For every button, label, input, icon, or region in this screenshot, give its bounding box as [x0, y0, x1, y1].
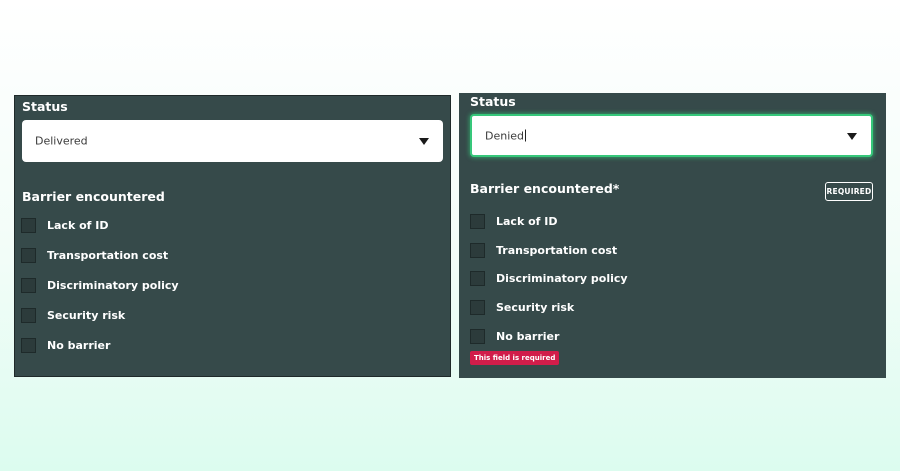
- checkbox-option-transportation-cost[interactable]: Transportation cost: [470, 241, 617, 259]
- status-select-value: Delivered: [35, 134, 88, 148]
- chevron-down-icon: [847, 132, 857, 140]
- checkbox[interactable]: [21, 307, 36, 323]
- checkbox-option-security-risk[interactable]: Security risk: [470, 298, 574, 316]
- checkbox[interactable]: [470, 270, 485, 286]
- status-form-denied: Status Denied Barrier encountered* REQUI…: [459, 93, 886, 378]
- status-form-delivered: Status Delivered Barrier encountered Lac…: [14, 95, 451, 377]
- checkbox-label: Discriminatory policy: [47, 278, 179, 292]
- checkbox[interactable]: [470, 242, 485, 258]
- cut-off-next-field: [470, 374, 630, 378]
- checkbox-label: Lack of ID: [47, 218, 109, 232]
- status-label: Status: [470, 94, 516, 109]
- barrier-label: Barrier encountered*: [470, 181, 620, 196]
- error-message: This field is required: [470, 351, 560, 365]
- required-badge: REQUIRED: [825, 182, 873, 201]
- checkbox-option-no-barrier[interactable]: No barrier: [470, 327, 559, 345]
- checkbox[interactable]: [21, 277, 36, 293]
- checkbox-label: Security risk: [496, 300, 575, 314]
- checkbox[interactable]: [21, 217, 36, 233]
- checkbox-option-discriminatory-policy[interactable]: Discriminatory policy: [470, 269, 628, 287]
- checkbox-label: Transportation cost: [496, 243, 618, 257]
- barrier-label: Barrier encountered: [22, 189, 165, 204]
- checkbox-option-transportation-cost[interactable]: Transportation cost: [21, 246, 168, 264]
- checkbox-label: No barrier: [496, 329, 560, 343]
- checkbox[interactable]: [21, 337, 36, 353]
- checkbox-label: Security risk: [47, 308, 126, 322]
- checkbox[interactable]: [470, 299, 485, 315]
- checkbox-option-discriminatory-policy[interactable]: Discriminatory policy: [21, 276, 179, 294]
- text-cursor: [525, 129, 527, 141]
- checkbox-label: Discriminatory policy: [496, 271, 628, 285]
- checkbox[interactable]: [21, 247, 36, 263]
- status-select-value: Denied: [485, 129, 527, 142]
- checkbox-label: Transportation cost: [47, 248, 169, 262]
- checkbox-label: Lack of ID: [496, 214, 558, 228]
- status-select[interactable]: Delivered: [22, 120, 443, 162]
- chevron-down-icon: [419, 138, 429, 145]
- checkbox-option-no-barrier[interactable]: No barrier: [21, 336, 110, 354]
- checkbox-option-lack-of-id[interactable]: Lack of ID: [21, 216, 109, 234]
- checkbox-option-lack-of-id[interactable]: Lack of ID: [470, 212, 558, 230]
- checkbox-option-security-risk[interactable]: Security risk: [21, 306, 125, 324]
- checkbox-label: No barrier: [47, 338, 111, 352]
- checkbox[interactable]: [470, 328, 485, 344]
- status-label: Status: [22, 99, 68, 114]
- checkbox[interactable]: [470, 213, 485, 229]
- status-select-focused[interactable]: Denied: [470, 114, 873, 157]
